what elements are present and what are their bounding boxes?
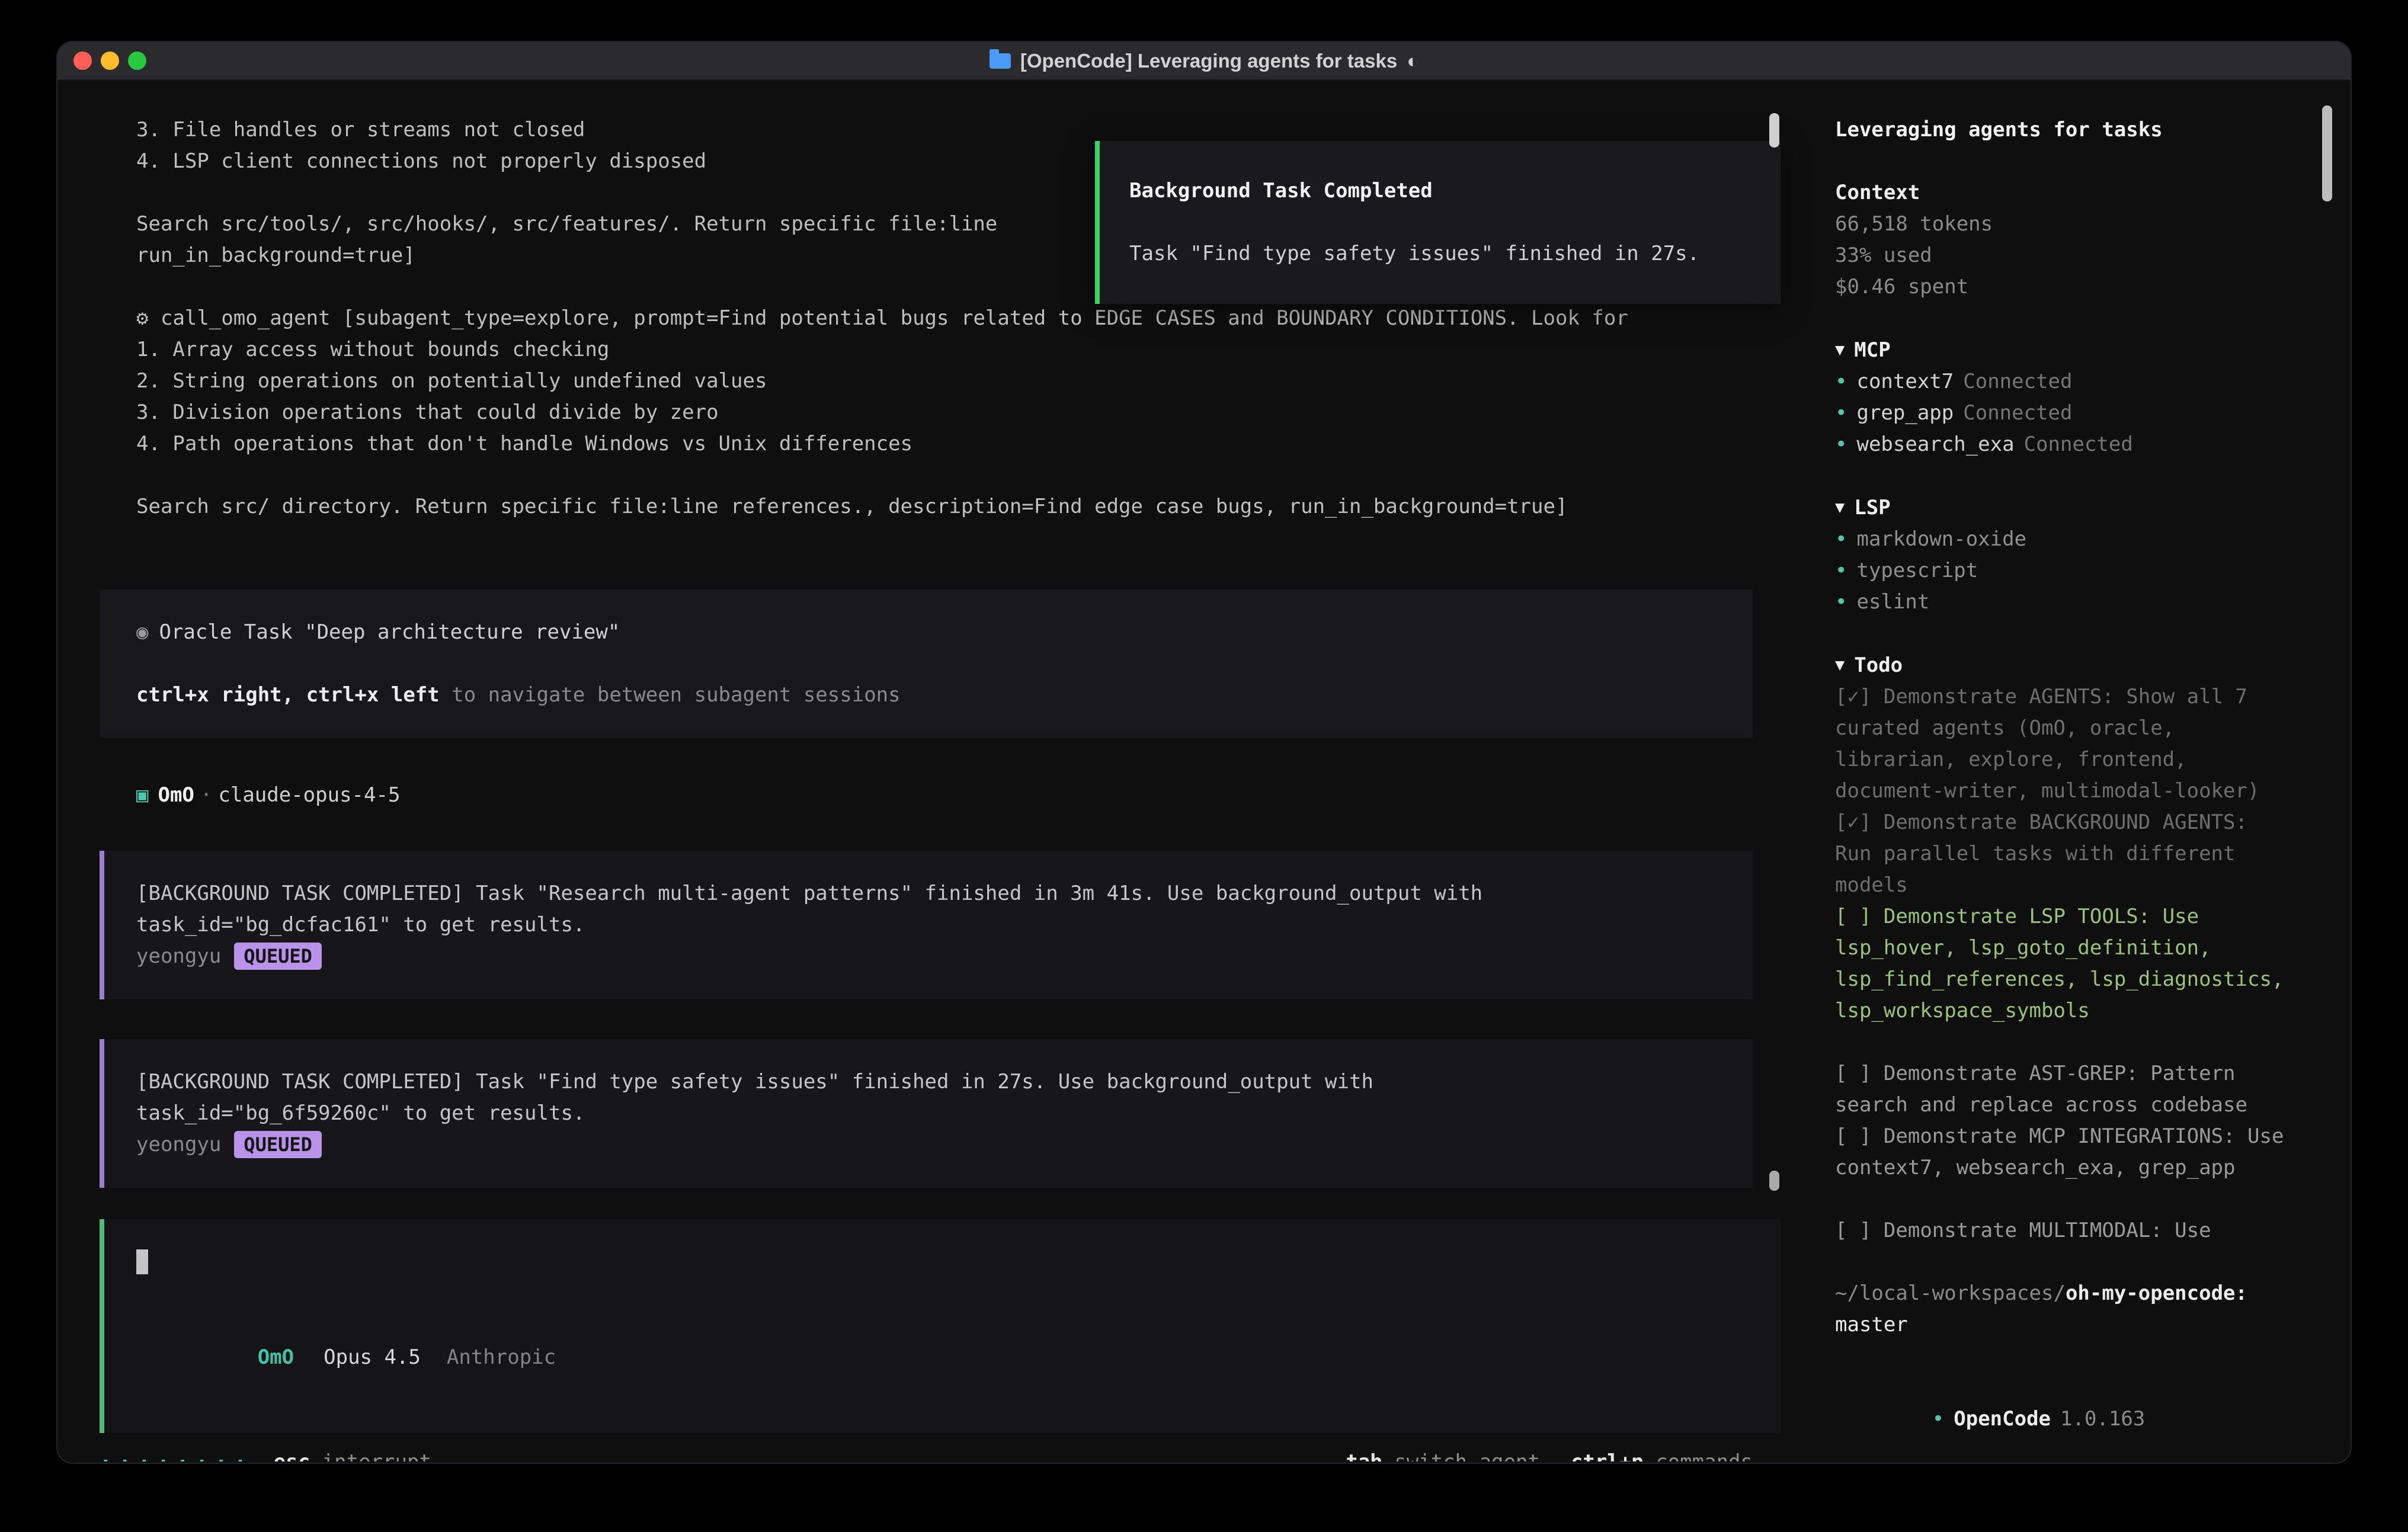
context-spent: $0.46 spent <box>1835 271 2288 303</box>
window-title: [OpenCode] Leveraging agents for tasks ◐ <box>990 50 1418 72</box>
input-provider-name: Anthropic <box>447 1345 556 1369</box>
message-author: yeongyu <box>136 944 221 968</box>
lsp-server-row: •markdown-oxide <box>1835 524 2288 555</box>
lsp-server-row: •typescript <box>1835 555 2288 586</box>
prompt-input[interactable]: OmO Opus 4.5 Anthropic <box>100 1219 1781 1433</box>
chat-pane: 3. File handles or streams not closed 4.… <box>57 81 1810 1462</box>
workspace-path: ~/local-workspaces/oh-my-opencode: maste… <box>1835 1278 2288 1341</box>
context-heading: Context <box>1835 177 2288 209</box>
chat-scrollbar-thumb-lower[interactable] <box>1769 1171 1779 1191</box>
model-info-row: OmO Opus 4.5 Anthropic <box>136 1310 1757 1405</box>
tool-call-item: 1. Array access without bounds checking <box>136 334 1753 366</box>
status-badge: QUEUED <box>234 943 322 970</box>
status-badge: QUEUED <box>234 1131 322 1158</box>
app-version-row: • OpenCode 1.0.163 <box>1835 1372 2288 1462</box>
minimize-button[interactable] <box>101 52 119 70</box>
message-block: [BACKGROUND TASK COMPLETED] Task "Resear… <box>100 851 1753 999</box>
message-author: yeongyu <box>136 1133 221 1156</box>
input-agent-name: OmO <box>258 1345 294 1369</box>
todo-item-done: [✓] Demonstrate AGENTS: Show all 7 curat… <box>1835 681 2288 807</box>
oracle-icon: ◉ <box>136 620 148 644</box>
message-text: [BACKGROUND TASK COMPLETED] Task "Find t… <box>136 1066 1729 1098</box>
agent-square-icon: ▣ <box>136 783 148 807</box>
todo-item-pending: [ ] Demonstrate AST-GREP: Pattern search… <box>1835 1058 2288 1121</box>
agent-model: claude-opus-4-5 <box>218 783 400 807</box>
git-branch: master <box>1835 1313 1908 1337</box>
spinner-dots-icon: ········ <box>100 1447 254 1462</box>
session-title: Leveraging agents for tasks <box>1835 114 2288 146</box>
window-title-text: [OpenCode] Leveraging agents for tasks <box>1020 50 1397 72</box>
todo-item-pending: [ ] Demonstrate MCP INTEGRATIONS: Use co… <box>1835 1121 2288 1184</box>
tool-call-item: 2. String operations on potentially unde… <box>136 366 1753 397</box>
bullet-icon: • <box>1835 559 1847 582</box>
mcp-server-row: •grep_appConnected <box>1835 398 2288 429</box>
notification-body: Task "Find type safety issues" finished … <box>1129 238 1757 270</box>
agent-name: OmO <box>158 783 194 807</box>
context-used: 33% used <box>1835 240 2288 271</box>
message-text: [BACKGROUND TASK COMPLETED] Task "Resear… <box>136 878 1729 909</box>
chevron-down-icon: ▼ <box>1835 498 1845 517</box>
message-footer: yeongyu QUEUED <box>136 941 1729 972</box>
sidebar: Leveraging agents for tasks Context 66,5… <box>1810 81 2351 1462</box>
esc-hint: esc interrupt <box>274 1447 431 1462</box>
chevron-down-icon: ▼ <box>1835 341 1845 359</box>
todo-item-active: [ ] Demonstrate LSP TOOLS: Use lsp_hover… <box>1835 901 2288 1027</box>
mcp-server-row: •context7Connected <box>1835 366 2288 398</box>
bullet-icon: • <box>1932 1407 1944 1431</box>
message-text: task_id="bg_6f59260c" to get results. <box>136 1098 1729 1129</box>
lsp-section-header[interactable]: ▼LSP <box>1835 492 2288 524</box>
todo-section-header[interactable]: ▼Todo <box>1835 649 2288 681</box>
loading-spinner-icon: ◐ <box>1407 50 1418 72</box>
notification-toast: Background Task Completed Task "Find typ… <box>1095 141 1781 304</box>
bullet-icon: • <box>1835 527 1847 551</box>
terminal-window: [OpenCode] Leveraging agents for tasks ◐… <box>57 42 2351 1463</box>
message-text: task_id="bg_dcfac161" to get results. <box>136 909 1729 941</box>
bullet-icon: • <box>1835 370 1847 393</box>
bullet-icon: • <box>1835 432 1847 456</box>
bullet-icon: • <box>1835 590 1847 614</box>
agent-header: ▣OmO·claude-opus-4-5 <box>136 780 1753 811</box>
oracle-task-title: ◉Oracle Task "Deep architecture review" <box>136 617 1729 648</box>
tab-hint: tab switch agent <box>1346 1447 1540 1462</box>
chat-scrollbar-thumb[interactable] <box>1769 113 1779 148</box>
tool-call-item: 3. Division operations that could divide… <box>136 397 1753 428</box>
zoom-button[interactable] <box>128 52 146 70</box>
mcp-server-row: •websearch_exaConnected <box>1835 429 2288 460</box>
chevron-down-icon: ▼ <box>1835 656 1845 674</box>
input-model-name: Opus 4.5 <box>324 1345 421 1369</box>
gear-icon: ⚙ <box>136 306 148 330</box>
app-version: 1.0.163 <box>2060 1407 2145 1431</box>
oracle-task-panel: ◉Oracle Task "Deep architecture review" … <box>100 589 1753 738</box>
mcp-section-header[interactable]: ▼MCP <box>1835 334 2288 366</box>
app-name: OpenCode <box>1954 1407 2051 1431</box>
traffic-lights <box>73 42 146 79</box>
text-cursor <box>136 1249 148 1274</box>
todo-item-pending: [ ] Demonstrate MULTIMODAL: Use <box>1835 1215 2288 1246</box>
tool-call-item: 4. Path operations that don't handle Win… <box>136 428 1753 460</box>
close-button[interactable] <box>73 52 92 70</box>
folder-icon <box>990 53 1011 69</box>
tool-call-footer: Search src/ directory. Return specific f… <box>136 491 1753 523</box>
context-tokens: 66,518 tokens <box>1835 209 2288 240</box>
sidebar-scrollbar-thumb[interactable] <box>2322 105 2332 201</box>
notification-title: Background Task Completed <box>1129 175 1757 207</box>
bullet-icon: • <box>1835 401 1847 425</box>
tool-call-header: ⚙ call_omo_agent [subagent_type=explore,… <box>136 303 1753 334</box>
todo-item-done: [✓] Demonstrate BACKGROUND AGENTS: Run p… <box>1835 807 2288 901</box>
oracle-shortcut-hint: ctrl+x right, ctrl+x left to navigate be… <box>136 680 1729 711</box>
lsp-server-row: •eslint <box>1835 586 2288 618</box>
window-titlebar[interactable]: [OpenCode] Leveraging agents for tasks ◐ <box>57 42 2351 81</box>
status-bar: ········ esc interrupt tab switch agent … <box>100 1447 1753 1462</box>
message-footer: yeongyu QUEUED <box>136 1129 1729 1161</box>
commands-hint: ctrl+p commands <box>1571 1447 1753 1462</box>
message-block: [BACKGROUND TASK COMPLETED] Task "Find t… <box>100 1039 1753 1188</box>
